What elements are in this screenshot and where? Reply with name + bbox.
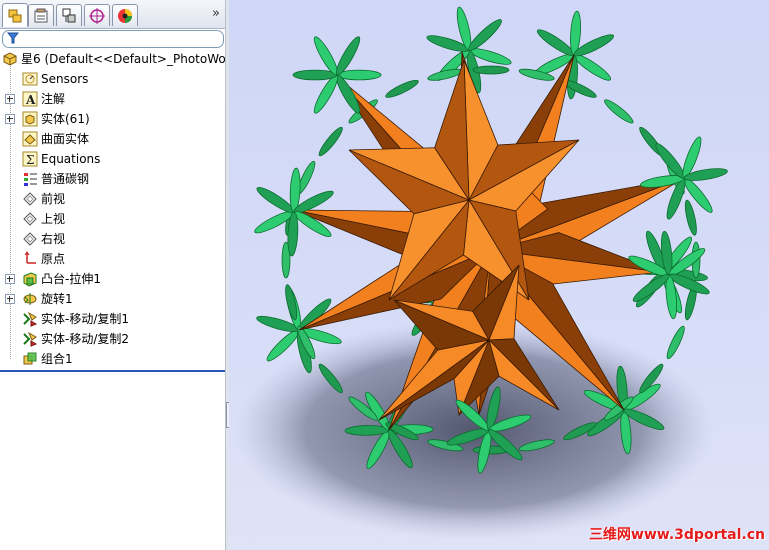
tree-item-label: 普通碳钢 [41,172,90,186]
tree-item-2[interactable]: A 注解 [5,89,226,109]
boss-extrude-icon [23,272,37,287]
annotations-icon: A [22,91,38,107]
dimxpert-tab[interactable] [84,4,110,26]
filter-field[interactable] [2,30,224,48]
filter-icon [7,32,19,44]
feature-manager-panel: » 星6 (Default<<Default>_PhotoWor Sensors… [0,0,231,550]
ring-leaf [385,79,419,98]
featuremanager-tab[interactable] [2,3,28,27]
tree-item-label: 上视 [41,212,66,226]
tree-item-label: Sensors [41,72,89,86]
revolve-icon [23,293,37,305]
tree-item-4[interactable]: 曲面实体 [22,129,226,149]
graphics-viewport[interactable]: 三维网www.3dportal.cn [229,0,769,550]
ring-leaf [684,199,697,236]
tree-item-label: 凸台-拉伸1 [41,272,101,286]
leaf [336,69,382,81]
tree-item-11[interactable]: 凸台-拉伸1 [5,269,226,289]
target-icon [89,7,105,24]
material-icon [24,173,37,186]
tree-item-label: 实体(61) [41,112,90,126]
tree-item-label: 右视 [41,232,66,246]
tree-item-5[interactable]: Σ Equations [22,149,226,169]
move-copy-icon [23,311,38,327]
configuration-icon [62,8,76,22]
surface-bodies-icon [22,131,38,147]
tree-item-10[interactable]: 原点 [22,249,226,269]
tree-item-15[interactable]: 组合1 [22,349,226,369]
feature-tree-icon [8,9,22,22]
tree-item-label: 曲面实体 [41,132,90,146]
tree-item-label: 实体-移动/复制1 [41,312,130,326]
expand-panel-button[interactable]: » [212,6,220,21]
tree-item-label: 注解 [41,92,66,106]
part-icon [3,52,17,66]
expand-toggle[interactable] [5,294,15,304]
tree-item-6[interactable]: 普通碳钢 [22,169,226,189]
tree-item-label: 原点 [41,252,66,266]
leaf [468,19,502,51]
tree-item-label: 实体-移动/复制2 [41,332,130,346]
ring-leaf [472,65,510,75]
tree-root-part[interactable]: 星6 (Default<<Default>_PhotoWor [2,49,231,69]
root-part-label: 星6 (Default<<Default>_PhotoWor [21,52,231,66]
svg-text:Σ: Σ [26,153,34,167]
svg-text:A: A [25,93,36,107]
tree-item-label: 旋转1 [41,292,73,306]
tree-item-8[interactable]: 上视 [22,209,226,229]
tree-item-3[interactable]: 实体(61) [5,109,226,129]
manager-tab-strip: » [0,0,226,29]
ring-leaf [604,99,634,124]
tree-item-1[interactable]: Sensors [22,69,226,89]
expand-toggle[interactable] [5,94,15,104]
expand-toggle[interactable] [5,114,15,124]
tree-item-12[interactable]: 旋转1 [5,289,226,309]
expand-toggle[interactable] [5,274,15,284]
tree-guide-line [10,63,11,359]
ring-leaf [666,325,685,360]
solid-bodies-icon [22,111,38,127]
origin-icon [24,251,36,264]
propertymanager-tab[interactable] [28,4,54,26]
tree-item-7[interactable]: 前视 [22,189,226,209]
combine-icon [23,352,37,365]
star-model-3d-view[interactable] [229,0,769,550]
plane-icon [23,232,37,246]
tree-item-label: 组合1 [41,352,73,366]
tree-item-14[interactable]: 实体-移动/复制2 [22,329,226,349]
watermark-text: 三维网www.3dportal.cn [588,527,765,543]
property-icon [34,8,48,22]
tree-item-9[interactable]: 右视 [22,229,226,249]
display-manager-tab[interactable] [112,4,138,26]
sensors-icon [22,72,38,86]
tree-item-13[interactable]: 实体-移动/复制1 [22,309,226,329]
tree-item-label: 前视 [41,192,66,206]
equations-icon: Σ [22,151,38,167]
appearance-icon [118,8,132,23]
plane-icon [23,212,37,226]
ring-leaf [318,126,343,157]
plane-icon [23,192,37,206]
configurationmanager-tab[interactable] [56,4,82,26]
rollback-bar[interactable] [0,370,226,372]
move-copy-icon [23,331,38,347]
leaf [292,69,338,81]
tree-item-label: Equations [41,152,101,166]
